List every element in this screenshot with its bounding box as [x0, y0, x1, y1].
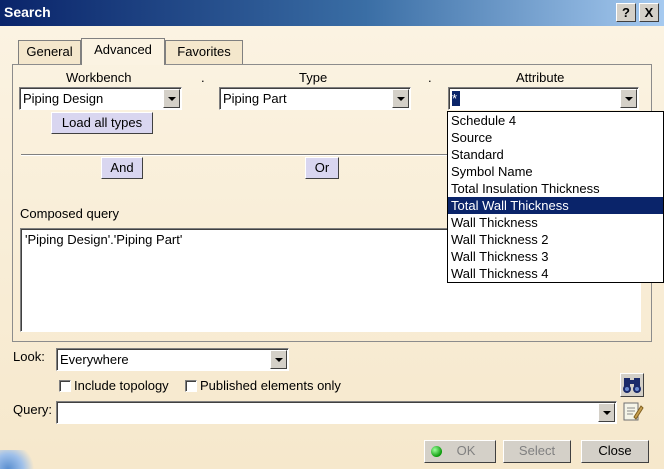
- look-label: Look:: [13, 349, 45, 364]
- help-button[interactable]: ?: [616, 3, 636, 22]
- workbench-label: Workbench: [66, 70, 132, 85]
- attribute-option[interactable]: Schedule 4: [448, 112, 663, 129]
- close-window-button[interactable]: X: [639, 3, 659, 22]
- notepad-icon: [623, 402, 644, 421]
- search-button[interactable]: [620, 373, 644, 397]
- attribute-dropdown-list[interactable]: Schedule 4 Source Standard Symbol Name T…: [447, 111, 664, 283]
- published-only-checkbox[interactable]: [185, 380, 197, 392]
- attribute-option[interactable]: Wall Thickness 2: [448, 231, 663, 248]
- status-led-icon: [431, 446, 442, 457]
- attribute-option[interactable]: Wall Thickness: [448, 214, 663, 231]
- or-button[interactable]: Or: [305, 157, 339, 179]
- attribute-label: Attribute: [516, 70, 565, 85]
- and-button[interactable]: And: [101, 157, 143, 179]
- include-topology-checkbox[interactable]: [59, 380, 71, 392]
- chevron-down-icon[interactable]: [163, 89, 180, 108]
- chevron-down-icon[interactable]: [270, 350, 287, 369]
- attribute-select[interactable]: *: [448, 87, 639, 110]
- attribute-option[interactable]: Source: [448, 129, 663, 146]
- window-title: Search: [4, 4, 51, 20]
- separator-dot: .: [428, 70, 432, 85]
- workbench-value: Piping Design: [23, 91, 104, 106]
- load-all-types-button[interactable]: Load all types: [51, 112, 153, 134]
- ok-button[interactable]: OK: [424, 440, 496, 463]
- chevron-down-icon[interactable]: [598, 403, 615, 422]
- select-button[interactable]: Select: [503, 440, 571, 463]
- attribute-value: *: [452, 91, 460, 106]
- separator-dot: .: [201, 70, 205, 85]
- type-label: Type: [299, 70, 328, 85]
- published-only-label: Published elements only: [200, 378, 341, 393]
- attribute-option-selected[interactable]: Total Wall Thickness: [448, 197, 663, 214]
- workbench-select[interactable]: Piping Design: [19, 87, 182, 110]
- composed-query-label: Composed query: [20, 206, 119, 221]
- title-bar: [0, 0, 664, 26]
- close-button[interactable]: Close: [581, 440, 649, 463]
- tab-favorites[interactable]: Favorites: [165, 40, 243, 64]
- decorative-corner: [0, 450, 40, 469]
- chevron-down-icon[interactable]: [620, 89, 637, 108]
- attribute-option[interactable]: Wall Thickness 3: [448, 248, 663, 265]
- binoculars-icon: [623, 378, 641, 393]
- query-label: Query:: [13, 402, 53, 417]
- tab-advanced[interactable]: Advanced: [81, 38, 165, 65]
- add-favorite-button[interactable]: [620, 399, 644, 423]
- composed-query-text: 'Piping Design'.'Piping Part': [25, 232, 183, 247]
- chevron-down-icon[interactable]: [392, 89, 409, 108]
- type-value: Piping Part: [223, 91, 287, 106]
- look-value: Everywhere: [60, 352, 129, 367]
- tab-general[interactable]: General: [18, 40, 81, 64]
- query-input[interactable]: [56, 401, 617, 424]
- attribute-option[interactable]: Standard: [448, 146, 663, 163]
- attribute-option[interactable]: Wall Thickness 4: [448, 265, 663, 282]
- attribute-option[interactable]: Total Insulation Thickness: [448, 180, 663, 197]
- type-select[interactable]: Piping Part: [219, 87, 411, 110]
- attribute-option[interactable]: Symbol Name: [448, 163, 663, 180]
- include-topology-label: Include topology: [74, 378, 169, 393]
- look-select[interactable]: Everywhere: [56, 348, 289, 371]
